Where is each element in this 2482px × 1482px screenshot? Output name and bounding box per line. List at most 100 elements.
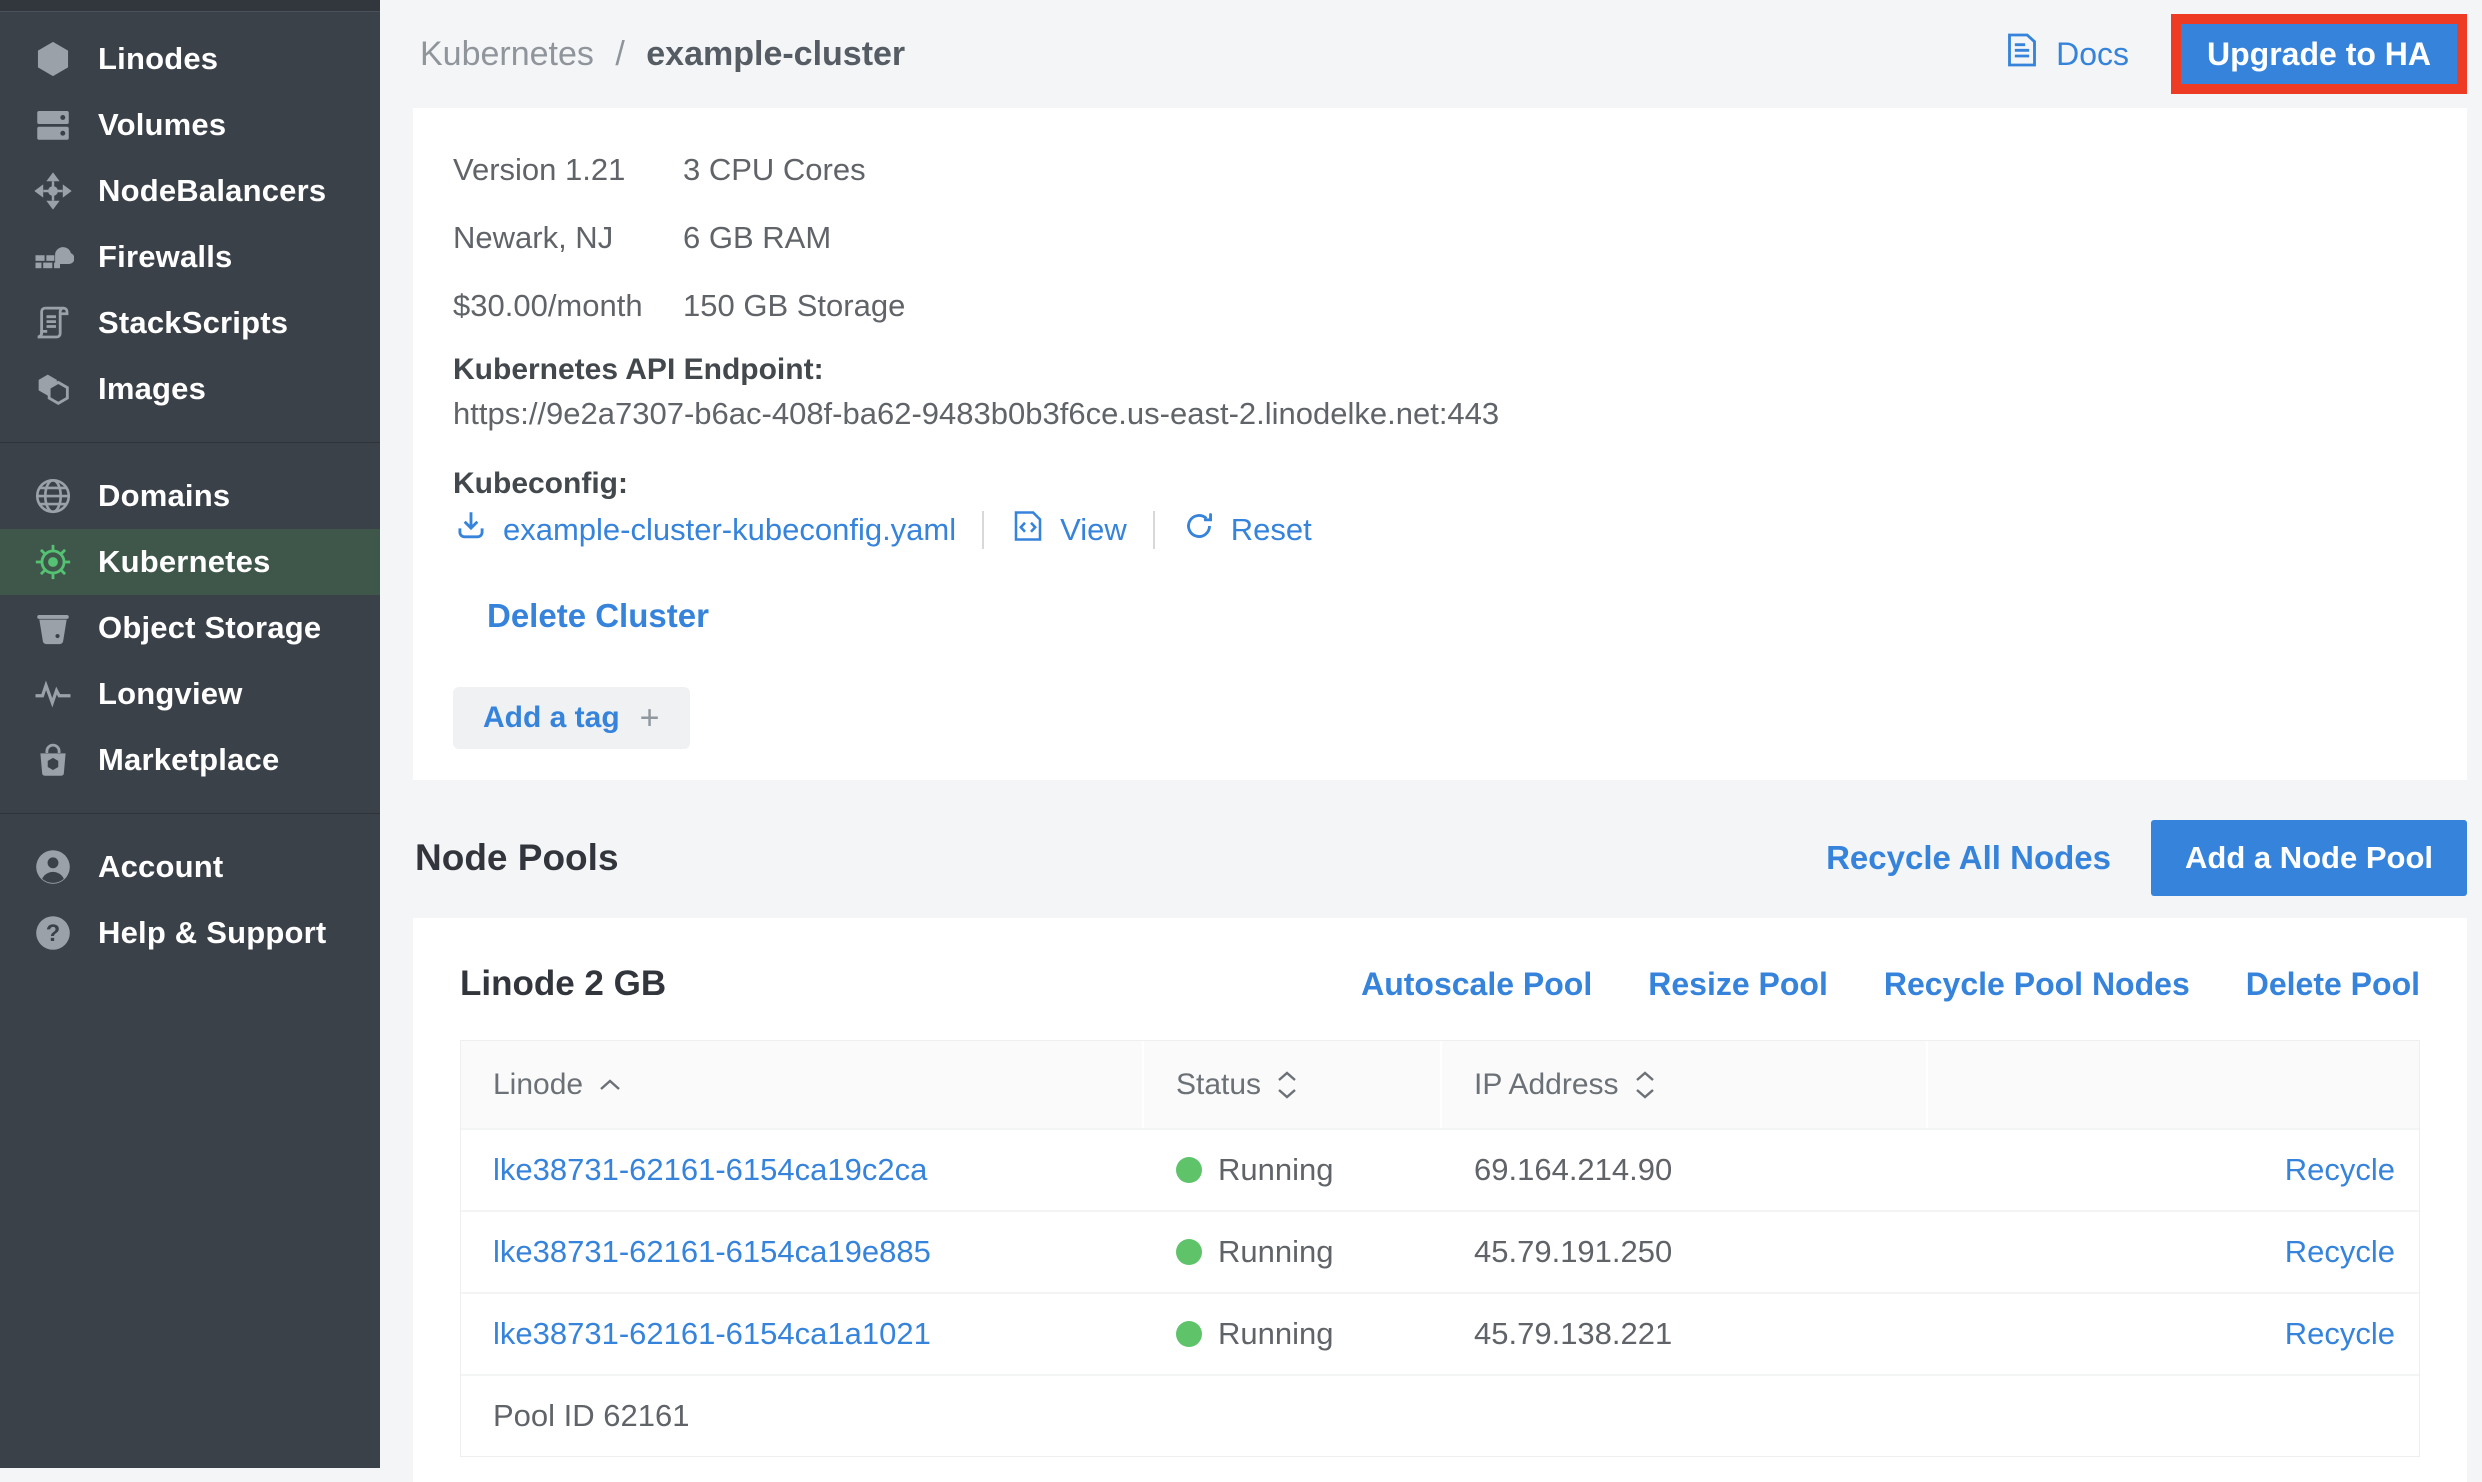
view-label: View <box>1060 512 1127 548</box>
sidebar-item-images[interactable]: Images <box>0 356 380 422</box>
domains-icon <box>30 473 76 519</box>
sidebar-group-compute: Linodes Volumes NodeBalancers Firewalls … <box>0 12 380 436</box>
autoscale-pool-link[interactable]: Autoscale Pool <box>1361 966 1592 1003</box>
column-label: Status <box>1176 1068 1261 1102</box>
delete-cluster-button[interactable]: Delete Cluster <box>487 592 709 640</box>
sidebar-item-object-storage[interactable]: Object Storage <box>0 595 380 661</box>
resize-pool-link[interactable]: Resize Pool <box>1648 966 1828 1003</box>
sidebar: Linodes Volumes NodeBalancers Firewalls … <box>0 0 380 1468</box>
recycle-pool-nodes-link[interactable]: Recycle Pool Nodes <box>1884 966 2190 1003</box>
column-header-ip[interactable]: IP Address <box>1442 1041 1928 1128</box>
object-storage-icon <box>30 605 76 651</box>
delete-pool-link[interactable]: Delete Pool <box>2246 966 2420 1003</box>
sidebar-item-label: Linodes <box>98 41 218 77</box>
plus-icon: + <box>640 699 660 738</box>
node-pool-panel: Linode 2 GB Autoscale Pool Resize Pool R… <box>413 918 2467 1482</box>
sidebar-item-volumes[interactable]: Volumes <box>0 92 380 158</box>
recycle-node-link[interactable]: Recycle <box>2285 1152 2395 1188</box>
status-running-dot <box>1176 1239 1202 1265</box>
upgrade-to-ha-button[interactable]: Upgrade to HA <box>2181 24 2457 84</box>
sidebar-item-marketplace[interactable]: Marketplace <box>0 727 380 793</box>
main-content: Kubernetes / example-cluster Docs Upgrad… <box>380 0 2482 1468</box>
sidebar-item-stackscripts[interactable]: StackScripts <box>0 290 380 356</box>
sidebar-item-label: Help & Support <box>98 915 326 951</box>
node-link[interactable]: lke38731-62161-6154ca19c2ca <box>493 1152 927 1188</box>
download-icon <box>453 508 489 552</box>
spec-version: Version 1.21 <box>453 136 683 204</box>
sidebar-item-help-support[interactable]: ? Help & Support <box>0 900 380 966</box>
kubeconfig-view-link[interactable]: View <box>1010 508 1127 552</box>
docs-link[interactable]: Docs <box>2002 30 2129 78</box>
ip-address: 45.79.138.221 <box>1474 1316 1672 1352</box>
sidebar-item-label: Firewalls <box>98 239 232 275</box>
kubeconfig-filename: example-cluster-kubeconfig.yaml <box>503 512 956 548</box>
breadcrumb: Kubernetes / example-cluster <box>420 35 905 74</box>
status-text: Running <box>1218 1152 1333 1188</box>
docs-label: Docs <box>2056 36 2129 73</box>
column-label: Linode <box>493 1068 583 1102</box>
add-tag-button[interactable]: Add a tag + <box>453 687 690 749</box>
reset-icon <box>1181 508 1217 552</box>
sort-ascending-icon <box>597 1076 623 1094</box>
kubeconfig-label: Kubeconfig: <box>453 462 2427 506</box>
node-link[interactable]: lke38731-62161-6154ca1a1021 <box>493 1316 931 1352</box>
column-label: IP Address <box>1474 1068 1619 1102</box>
node-link[interactable]: lke38731-62161-6154ca19e885 <box>493 1234 931 1270</box>
kubeconfig-download-link[interactable]: example-cluster-kubeconfig.yaml <box>453 508 956 552</box>
stackscripts-icon <box>30 300 76 346</box>
view-code-icon <box>1010 508 1046 552</box>
status-running-dot <box>1176 1157 1202 1183</box>
api-endpoint-label: Kubernetes API Endpoint: <box>453 348 2427 392</box>
node-table-body: lke38731-62161-6154ca19c2ca Running 69.1… <box>461 1128 2419 1374</box>
pool-id-row: Pool ID 62161 <box>461 1374 2419 1456</box>
sidebar-item-linodes[interactable]: Linodes <box>0 26 380 92</box>
breadcrumb-kubernetes-link[interactable]: Kubernetes <box>420 35 594 73</box>
help-icon: ? <box>30 910 76 956</box>
account-icon <box>30 844 76 890</box>
recycle-node-link[interactable]: Recycle <box>2285 1234 2395 1270</box>
marketplace-icon <box>30 737 76 783</box>
table-row: lke38731-62161-6154ca19c2ca Running 69.1… <box>461 1128 2419 1210</box>
sidebar-item-label: Images <box>98 371 206 407</box>
images-icon <box>30 366 76 412</box>
table-row: lke38731-62161-6154ca1a1021 Running 45.7… <box>461 1292 2419 1374</box>
nodebalancers-icon <box>30 168 76 214</box>
status-text: Running <box>1218 1234 1333 1270</box>
add-tag-label: Add a tag <box>483 701 620 735</box>
pool-header: Linode 2 GB Autoscale Pool Resize Pool R… <box>460 964 2420 1014</box>
firewalls-icon <box>30 234 76 280</box>
sidebar-item-firewalls[interactable]: Firewalls <box>0 224 380 290</box>
pool-name: Linode 2 GB <box>460 964 666 1004</box>
sidebar-item-label: NodeBalancers <box>98 173 326 209</box>
pool-id-label: Pool ID 62161 <box>493 1398 689 1434</box>
docs-icon <box>2002 30 2042 78</box>
sidebar-item-label: StackScripts <box>98 305 288 341</box>
sidebar-item-longview[interactable]: Longview <box>0 661 380 727</box>
node-table-header: Linode Status IP Address <box>461 1041 2419 1128</box>
node-table: Linode Status IP Address <box>460 1040 2420 1457</box>
longview-icon <box>30 671 76 717</box>
sidebar-item-kubernetes[interactable]: Kubernetes <box>0 529 380 595</box>
reset-label: Reset <box>1231 512 1312 548</box>
column-header-status[interactable]: Status <box>1144 1041 1442 1128</box>
sidebar-item-nodebalancers[interactable]: NodeBalancers <box>0 158 380 224</box>
kubeconfig-reset-link[interactable]: Reset <box>1181 508 1312 552</box>
recycle-node-link[interactable]: Recycle <box>2285 1316 2395 1352</box>
spec-storage: 150 GB Storage <box>683 272 1053 340</box>
recycle-all-nodes-link[interactable]: Recycle All Nodes <box>1826 839 2111 877</box>
vertical-separator <box>982 511 984 549</box>
sidebar-item-label: Volumes <box>98 107 226 143</box>
spec-cpu: 3 CPU Cores <box>683 136 1053 204</box>
ip-address: 45.79.191.250 <box>1474 1234 1672 1270</box>
add-node-pool-button[interactable]: Add a Node Pool <box>2151 820 2467 896</box>
api-endpoint-url: https://9e2a7307-b6ac-408f-ba62-9483b0b3… <box>453 392 2427 436</box>
column-header-linode[interactable]: Linode <box>461 1041 1144 1128</box>
kubernetes-icon <box>30 539 76 585</box>
sidebar-item-label: Domains <box>98 478 230 514</box>
sort-both-icon <box>1633 1068 1657 1102</box>
volumes-icon <box>30 102 76 148</box>
sidebar-item-account[interactable]: Account <box>0 834 380 900</box>
sidebar-item-domains[interactable]: Domains <box>0 463 380 529</box>
sidebar-divider <box>0 813 380 814</box>
page-header: Kubernetes / example-cluster Docs Upgrad… <box>413 0 2467 108</box>
